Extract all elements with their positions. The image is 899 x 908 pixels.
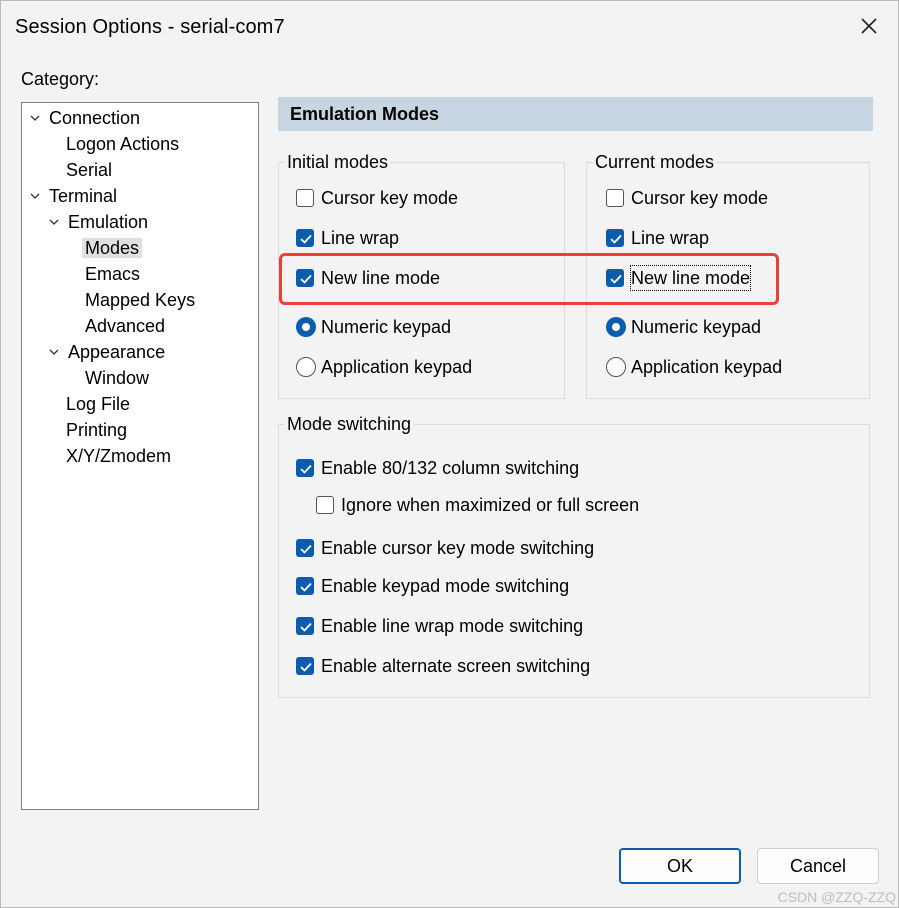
checkbox-checked-icon <box>296 459 314 477</box>
option-label: Enable cursor key mode switching <box>321 538 595 558</box>
radio-selected-icon <box>606 317 626 337</box>
radio-selected-icon <box>296 317 316 337</box>
checkbox-checked-icon <box>296 617 314 635</box>
tree-item-terminal[interactable]: Terminal <box>28 184 120 208</box>
tree-item-connection[interactable]: Connection <box>28 106 143 130</box>
option-label: New line mode <box>321 268 441 288</box>
watermark: CSDN @ZZQ-ZZQ <box>777 889 896 905</box>
tree-item-advanced[interactable]: Advanced <box>82 314 168 338</box>
ok-button[interactable]: OK <box>619 848 741 884</box>
radio-unselected-icon <box>296 357 316 377</box>
checkbox-checked-icon <box>606 269 624 287</box>
tree-item-mapped-keys[interactable]: Mapped Keys <box>82 288 198 312</box>
checkbox-unchecked-icon <box>316 496 334 514</box>
option-label: New line mode <box>629 265 752 291</box>
checkbox-unchecked-icon <box>296 189 314 207</box>
tree-item-label: Log File <box>66 394 131 414</box>
checkbox-checked-icon <box>296 269 314 287</box>
tree-item-log-file[interactable]: Log File <box>63 392 133 416</box>
tree-item-window[interactable]: Window <box>82 366 152 390</box>
option-label: Enable line wrap mode switching <box>321 616 584 636</box>
tree-item-label: Serial <box>66 160 113 180</box>
mode-switching-title: Mode switching <box>285 414 414 435</box>
checkbox-checked-icon <box>296 657 314 675</box>
tree-item-label: Advanced <box>85 316 166 336</box>
chevron-down-icon <box>30 193 40 199</box>
tree-item-modes[interactable]: Modes <box>82 236 143 260</box>
chevron-down-icon <box>49 219 59 225</box>
tree-item-printing[interactable]: Printing <box>63 418 130 442</box>
panel-title: Emulation Modes <box>290 104 440 124</box>
tree-item-emulation[interactable]: Emulation <box>47 210 151 234</box>
tree-item-label: Terminal <box>49 186 118 206</box>
cancel-button[interactable]: Cancel <box>757 848 879 884</box>
category-tree[interactable]: Connection Logon Actions Serial Terminal… <box>21 102 259 810</box>
tree-item-label: Emulation <box>68 212 149 232</box>
option-label: Enable 80/132 column switching <box>321 458 580 478</box>
tree-item-emacs[interactable]: Emacs <box>82 262 143 286</box>
option-label: Line wrap <box>631 228 710 248</box>
tree-item-logon-actions[interactable]: Logon Actions <box>63 132 182 156</box>
session-options-dialog: Session Options - serial-com7 Category: … <box>0 0 899 908</box>
tree-item-label: Printing <box>66 420 128 440</box>
checkbox-checked-icon <box>296 577 314 595</box>
checkbox-unchecked-icon <box>606 189 624 207</box>
current-modes-title: Current modes <box>593 152 717 173</box>
option-label: Enable keypad mode switching <box>321 576 570 596</box>
tree-item-label: X/Y/Zmodem <box>66 446 172 466</box>
checkbox-checked-icon <box>296 539 314 557</box>
tree-item-label: Mapped Keys <box>85 290 196 310</box>
option-label: Application keypad <box>321 357 473 377</box>
initial-modes-title: Initial modes <box>285 152 391 173</box>
option-label: Cursor key mode <box>321 188 459 208</box>
option-label: Enable alternate screen switching <box>321 656 591 676</box>
window-title: Session Options - serial-com7 <box>15 16 285 38</box>
option-label: Application keypad <box>631 357 783 377</box>
close-icon <box>861 18 877 34</box>
tree-item-label: Emacs <box>85 264 141 284</box>
panel-header: Emulation Modes <box>278 97 873 131</box>
radio-unselected-icon <box>606 357 626 377</box>
checkbox-checked-icon <box>606 229 624 247</box>
option-label: Numeric keypad <box>631 317 762 337</box>
close-button[interactable] <box>854 11 884 41</box>
tree-item-label: Logon Actions <box>66 134 180 154</box>
tree-item-serial[interactable]: Serial <box>63 158 115 182</box>
option-label: Line wrap <box>321 228 400 248</box>
chevron-down-icon <box>49 349 59 355</box>
option-label: Numeric keypad <box>321 317 452 337</box>
chevron-down-icon <box>30 115 40 121</box>
tree-item-xyzmodem[interactable]: X/Y/Zmodem <box>63 444 174 468</box>
title-bar: Session Options - serial-com7 <box>1 1 898 53</box>
tree-item-label: Connection <box>49 108 141 128</box>
tree-item-label: Appearance <box>68 342 166 362</box>
option-label: Ignore when maximized or full screen <box>341 495 640 515</box>
tree-item-appearance[interactable]: Appearance <box>47 340 168 364</box>
option-label: Cursor key mode <box>631 188 769 208</box>
category-label: Category: <box>21 69 100 89</box>
tree-item-label: Modes <box>82 238 143 258</box>
tree-item-label: Window <box>85 368 150 388</box>
checkbox-checked-icon <box>296 229 314 247</box>
